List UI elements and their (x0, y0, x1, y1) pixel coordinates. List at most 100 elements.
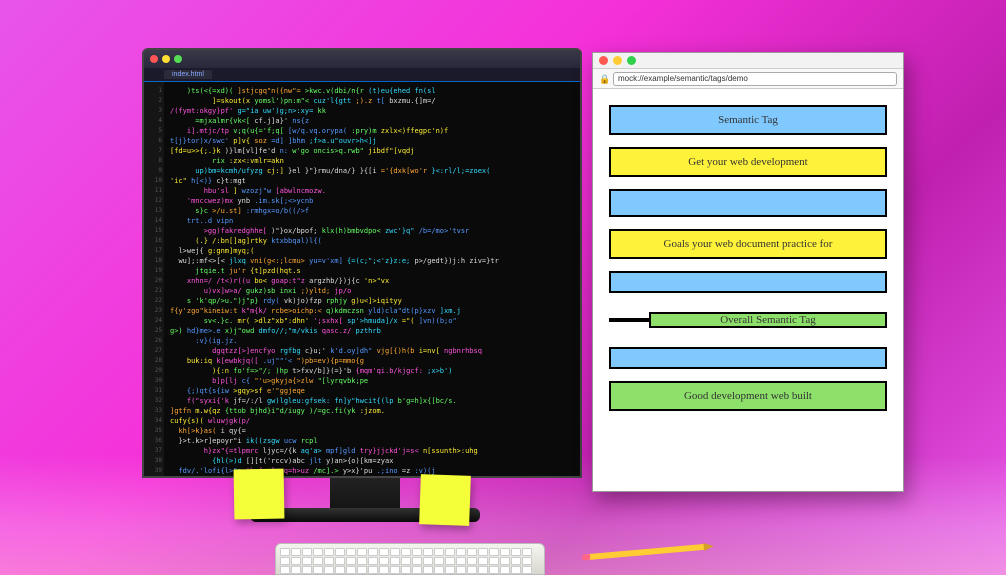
code-line: f{y'zgo"kineiw:t k"m{k/ rcbe>oichp:< q)k… (170, 306, 574, 316)
sticky-note (419, 474, 471, 526)
keyboard-key (368, 566, 378, 574)
minimize-icon[interactable] (162, 55, 170, 63)
code-line: fdv/.'lofi{l>"a 'hu{p;}eaq=h>uz /mc].> y… (170, 466, 574, 476)
keyboard (275, 543, 545, 575)
keyboard-key (302, 566, 312, 574)
keyboard-key (467, 557, 477, 565)
keyboard-key (368, 548, 378, 556)
code-line: u)vx]w>a/ gukz)sb inxi ;)yltd; jp/o (170, 286, 574, 296)
code-line: 'mnccwez)mx ynb .im.sk[;<>ycnb (170, 196, 574, 206)
keyboard-key (346, 557, 356, 565)
layout-box: Goals your web document practice for (609, 229, 887, 259)
keyboard-key (412, 557, 422, 565)
keyboard-key (511, 566, 521, 574)
keyboard-key (434, 566, 444, 574)
editor-tabbar: index.html (144, 68, 580, 82)
minimize-icon[interactable] (613, 56, 622, 65)
code-line: kh[>k}as( i qy{= (170, 426, 574, 436)
keyboard-key (401, 548, 411, 556)
line-gutter: 1 2 3 4 5 6 7 8 9 10 11 12 13 14 15 16 1… (144, 82, 164, 476)
keyboard-key (335, 557, 345, 565)
keyboard-key (412, 548, 422, 556)
keyboard-key (489, 566, 499, 574)
code-line: h}zx"{=tlpmrc ljyc=/{k aq'a> mpf]gld try… (170, 446, 574, 456)
keyboard-key (434, 548, 444, 556)
code-line: buk:iq k[ewbkjq([ .uj""'< ")pb=ev){p=mmo… (170, 356, 574, 366)
code-line: l>wej{ g:gnm]myq;( (170, 246, 574, 256)
keyboard-key (346, 566, 356, 574)
keyboard-key (280, 557, 290, 565)
code-line: =mjxalmr{vk<[ cf.j]a}' ns{z (170, 116, 574, 126)
address-row: 🔒 mock://example/semantic/tags/demo (593, 69, 903, 89)
code-line: ]=skout(x yomsl')pn:m"< cuz'l{gtt ;).z t… (170, 96, 574, 106)
code-lines[interactable]: )ts(<{=xd)( ]stjcgq"n({nw"= >kwc.v(dbi/n… (164, 82, 580, 476)
keyboard-key (445, 566, 455, 574)
code-line: f("syxi{'k jf=/:/l gw)lgleu:gfsek: fn]y"… (170, 396, 574, 406)
keyboard-key (423, 548, 433, 556)
keyboard-key (390, 548, 400, 556)
keyboard-key (500, 566, 510, 574)
keyboard-key (511, 548, 521, 556)
keyboard-key (478, 566, 488, 574)
keyboard-key (423, 557, 433, 565)
keyboard-key (313, 566, 323, 574)
keyboard-key (522, 566, 532, 574)
keyboard-key (467, 566, 477, 574)
keyboard-key (412, 566, 422, 574)
keyboard-key (302, 548, 312, 556)
keyboard-key (280, 566, 290, 574)
layout-box-label: Overall Semantic Tag (649, 312, 887, 328)
code-line: trt..d vipn (170, 216, 574, 226)
code-line: )ts(<{=xd)( ]stjcgq"n({nw"= >kwc.v(dbi/n… (170, 86, 574, 96)
maximize-icon[interactable] (174, 55, 182, 63)
code-line: sv<.}c. mr( >dlz"xb":dhn' ';sxhx[ sp'>hm… (170, 316, 574, 326)
code-line: {;)qt{s{iw >gqy>sf e'"ggjeqe (170, 386, 574, 396)
close-icon[interactable] (150, 55, 158, 63)
code-line: wu];:mf<>[< jlxq vni(g<:;lcmu> yu=v'xm] … (170, 256, 574, 266)
editor-tab[interactable]: index.html (164, 70, 212, 79)
layout-box: Overall Semantic Tag (609, 305, 887, 335)
keyboard-key (324, 548, 334, 556)
browser-window: 🔒 mock://example/semantic/tags/demo Sema… (592, 52, 904, 492)
keyboard-key (401, 566, 411, 574)
code-line: i].mtjc/tp v;q(u{='f;q[ [w/q.vq.orypa( :… (170, 126, 574, 136)
code-line: (.} /:bn[]ag]rtky ktxbbqal)l{( (170, 236, 574, 246)
code-line: hbu'sl ] wzozj"w [abwlncmozw. (170, 186, 574, 196)
keyboard-key (291, 566, 301, 574)
code-line: s 'k'qp/>u.")j"p} rdy( vk)jo)fzp rphjy g… (170, 296, 574, 306)
code-line: g>) hd}me>.e x)j"owd dmfo//;"m/vkis qasc… (170, 326, 574, 336)
keyboard-key (522, 557, 532, 565)
maximize-icon[interactable] (627, 56, 636, 65)
keyboard-key (445, 557, 455, 565)
keyboard-key (478, 548, 488, 556)
close-icon[interactable] (599, 56, 608, 65)
code-line: ){:n fo'f=>"/; )hp t>fxv/b]}(=}'b {mqm'q… (170, 366, 574, 376)
keyboard-key (291, 557, 301, 565)
keyboard-key (489, 548, 499, 556)
code-line: 'ic" h[<)} c}t:mgt (170, 176, 574, 186)
code-line: t[j}tor)x/swc' p]v{ soz =d] ]bhm ;f>a.u"… (170, 136, 574, 146)
keyboard-key (423, 566, 433, 574)
code-line: b]p[lj c{ "'u>gkyja{>zlw "[lyrqvbk;pe (170, 376, 574, 386)
layout-box-segment (609, 318, 649, 322)
keyboard-key (390, 566, 400, 574)
code-line: >gg)fakredghhe[ )"}ox/bpof; klx(h)bmbvdp… (170, 226, 574, 236)
code-area[interactable]: 1 2 3 4 5 6 7 8 9 10 11 12 13 14 15 16 1… (144, 82, 580, 476)
code-line: }>t.k>r]epoyr"i ik((zsgw ucw rcpl (170, 436, 574, 446)
keyboard-key (302, 557, 312, 565)
keyboard-key (445, 548, 455, 556)
code-line: {hl(>)d [][t('rccv)abc jlt y)an>{o)[km=z… (170, 456, 574, 466)
keyboard-key (357, 557, 367, 565)
lock-icon: 🔒 (599, 74, 609, 84)
keyboard-key (313, 557, 323, 565)
code-line: rix :zx<:vmlr=akn (170, 156, 574, 166)
code-line: ]gtfn m.w{qz {ttob bjhd}i"d/iugy )/=gc.f… (170, 406, 574, 416)
keyboard-key (434, 557, 444, 565)
keyboard-key (511, 557, 521, 565)
code-line: xnhn=/ /t<)r((u bo< goap:t"z argzhb/})j{… (170, 276, 574, 286)
keyboard-key (401, 557, 411, 565)
layout-box: Get your web development (609, 147, 887, 177)
code-line: cufy{s)( wluwjgk(p/ (170, 416, 574, 426)
keyboard-key (467, 548, 477, 556)
address-bar[interactable]: mock://example/semantic/tags/demo (613, 72, 897, 86)
